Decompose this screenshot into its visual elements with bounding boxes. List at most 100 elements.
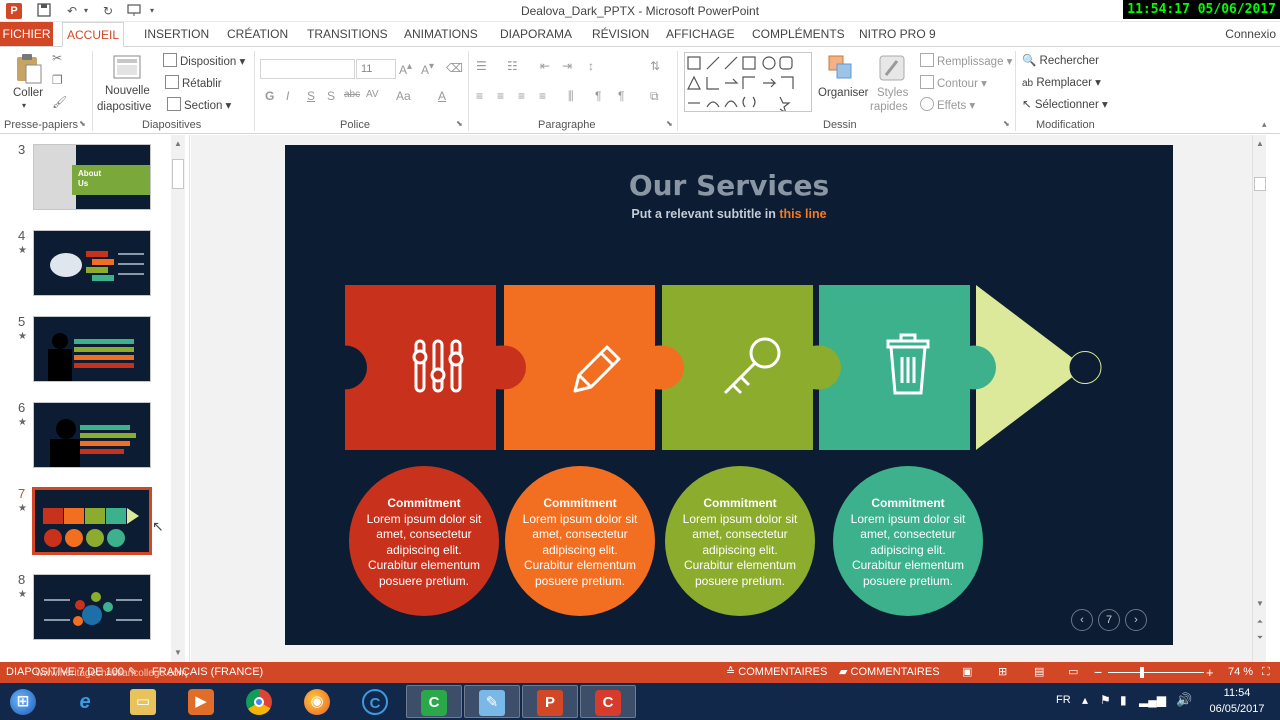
slide-thumbnail-8[interactable] <box>33 574 151 640</box>
zoom-in-button[interactable]: + <box>1206 662 1214 683</box>
paste-dropdown-icon[interactable]: ▾ <box>22 101 26 110</box>
decrease-indent-icon[interactable]: ⇤ <box>540 59 550 73</box>
taskbar-date[interactable]: 06/05/2017 <box>1202 703 1272 715</box>
slide-sorter-icon[interactable]: ⊞ <box>998 662 1007 683</box>
font-launcher-icon[interactable]: ⬊ <box>456 119 463 128</box>
slide-thumbnail-4[interactable] <box>33 230 151 296</box>
align-left-icon[interactable]: ≡ <box>476 89 483 103</box>
next-slide-scroll-icon[interactable]: ⏷ <box>1253 631 1267 645</box>
copy-icon[interactable]: ❐ <box>52 73 63 87</box>
taskbar-time[interactable]: 11:54 <box>1202 687 1272 699</box>
increase-indent-icon[interactable]: ⇥ <box>562 59 572 73</box>
bold-button[interactable]: G <box>265 89 274 103</box>
paragraph-launcher-icon[interactable]: ⬊ <box>666 119 673 128</box>
justify-icon[interactable]: ≡ <box>539 89 546 103</box>
next-slide-icon[interactable]: › <box>1125 609 1147 631</box>
shape-fill-button[interactable]: Remplissage ▾ <box>920 53 1012 68</box>
taskbar-camtasia-recorder[interactable]: C <box>348 685 404 718</box>
change-case-button[interactable]: Aa <box>396 89 411 103</box>
tab-animations[interactable]: ANIMATIONS <box>402 22 480 46</box>
slideshow-view-icon[interactable]: ▭ <box>1068 662 1078 683</box>
tab-insert[interactable]: INSERTION <box>142 22 211 46</box>
replace-button[interactable]: ab Remplacer ▾ <box>1022 75 1101 89</box>
tab-slideshow[interactable]: DIAPORAMA <box>498 22 574 46</box>
quick-styles-button[interactable]: rapides <box>870 101 908 113</box>
tab-nitro[interactable]: NITRO PRO 9 <box>857 22 938 46</box>
taskbar-firefox[interactable]: ◉ <box>290 685 346 718</box>
taskbar-explorer[interactable]: ▭ <box>116 685 172 718</box>
tab-review[interactable]: RÉVISION <box>590 22 651 46</box>
char-spacing-button[interactable]: AV <box>366 89 379 100</box>
fit-slide-icon[interactable]: ⛶ <box>1262 662 1270 683</box>
input-language[interactable]: FR <box>1056 694 1071 706</box>
power-icon[interactable]: ▮ <box>1120 693 1127 707</box>
arrange-button[interactable]: Organiser <box>818 87 869 99</box>
format-painter-icon[interactable]: 🖌 <box>52 95 67 109</box>
taskbar-notepad[interactable]: ✎ <box>464 685 520 718</box>
font-color-button[interactable]: A <box>438 89 446 103</box>
show-hidden-icons-icon[interactable]: ▴ <box>1082 693 1088 707</box>
prev-slide-icon[interactable]: ‹ <box>1071 609 1093 631</box>
clipboard-launcher-icon[interactable]: ⬊ <box>79 119 86 128</box>
clear-format-icon[interactable]: ⌫ <box>446 61 463 75</box>
action-center-icon[interactable]: ⚑ <box>1100 693 1111 707</box>
line-spacing-icon[interactable]: ↕ <box>588 59 594 73</box>
thumbnails-scrollbar[interactable]: ▲ ▼ <box>171 135 185 662</box>
text-direction-icon[interactable]: ⇅ <box>650 59 660 73</box>
select-button[interactable]: ↖ Sélectionner ▾ <box>1022 97 1108 111</box>
find-button[interactable]: 🔍 Rechercher <box>1022 53 1099 67</box>
commitment-circle-2[interactable]: Commitment Lorem ipsum dolor sit amet, c… <box>505 466 655 616</box>
scroll-up-icon[interactable]: ▲ <box>1253 137 1267 151</box>
reading-view-icon[interactable]: ▤ <box>1034 662 1044 683</box>
scroll-down-icon[interactable]: ▼ <box>171 646 185 660</box>
slide-thumbnail-7[interactable] <box>32 487 152 555</box>
columns-icon[interactable]: ⫼ <box>568 89 574 104</box>
taskbar-chrome[interactable] <box>232 685 288 718</box>
tab-design[interactable]: CRÉATION <box>225 22 290 46</box>
drawing-launcher-icon[interactable]: ⬊ <box>1003 119 1010 128</box>
zoom-slider[interactable] <box>1108 672 1204 673</box>
font-size-box[interactable]: 11 <box>356 59 396 79</box>
font-name-box[interactable] <box>260 59 355 79</box>
commitment-circle-1[interactable]: Commitment Lorem ipsum dolor sit amet, c… <box>349 466 499 616</box>
scrollbar-thumb[interactable] <box>172 159 184 189</box>
cut-icon[interactable]: ✂ <box>52 51 62 65</box>
paste-button[interactable]: Coller <box>13 87 43 99</box>
shape-effects-button[interactable]: Effets ▾ <box>920 97 975 112</box>
grow-font-icon[interactable]: A▴ <box>399 61 412 77</box>
strikethrough-button[interactable]: abc <box>344 89 360 100</box>
scroll-down-icon[interactable]: ▼ <box>1253 597 1267 611</box>
taskbar-camtasia[interactable]: C <box>406 685 462 718</box>
taskbar-ie[interactable]: e <box>58 685 114 718</box>
rtl-icon[interactable]: ¶ <box>595 89 601 103</box>
slide-canvas[interactable]: Our Services Put a relevant subtitle in … <box>285 145 1173 645</box>
slide-thumbnail-3[interactable]: About Us <box>33 144 151 210</box>
underline-button[interactable]: S <box>307 89 315 103</box>
taskbar-camtasia-studio[interactable]: C <box>580 685 636 718</box>
shapes-gallery[interactable] <box>684 52 812 115</box>
taskbar-powerpoint[interactable]: P <box>522 685 578 718</box>
tab-view[interactable]: AFFICHAGE <box>664 22 737 46</box>
volume-icon[interactable]: 🔊 <box>1176 692 1192 708</box>
zoom-slider-thumb[interactable] <box>1140 667 1144 678</box>
normal-view-icon[interactable]: ▣ <box>962 662 972 683</box>
zoom-out-button[interactable]: − <box>1094 662 1102 683</box>
new-slide-label-1[interactable]: Nouvelle <box>105 85 150 97</box>
bullets-icon[interactable]: ☰ <box>476 59 487 73</box>
sign-in-link[interactable]: Connexio <box>1225 22 1276 46</box>
scrollbar-thumb[interactable] <box>1254 177 1266 191</box>
editor-scrollbar[interactable]: ▲ ▼ ⏶ ⏷ <box>1252 135 1266 662</box>
align-center-icon[interactable]: ≡ <box>497 89 504 103</box>
comments-button[interactable]: ▰ COMMENTAIRES <box>839 662 940 683</box>
ltr-icon[interactable]: ¶ <box>618 89 624 103</box>
slide-thumbnail-5[interactable] <box>33 316 151 382</box>
slide-thumbnail-6[interactable] <box>33 402 151 468</box>
collapse-ribbon-icon[interactable]: ▴ <box>1262 119 1267 130</box>
scroll-up-icon[interactable]: ▲ <box>171 137 185 151</box>
tab-addins[interactable]: COMPLÉMENTS <box>750 22 847 46</box>
notes-button[interactable]: ≙ COMMENTAIRES <box>726 662 827 683</box>
network-icon[interactable]: ▂▄▆ <box>1139 693 1166 707</box>
commitment-circle-3[interactable]: Commitment Lorem ipsum dolor sit amet, c… <box>665 466 815 616</box>
tab-transitions[interactable]: TRANSITIONS <box>305 22 390 46</box>
start-button[interactable]: ⊞ <box>0 685 56 718</box>
